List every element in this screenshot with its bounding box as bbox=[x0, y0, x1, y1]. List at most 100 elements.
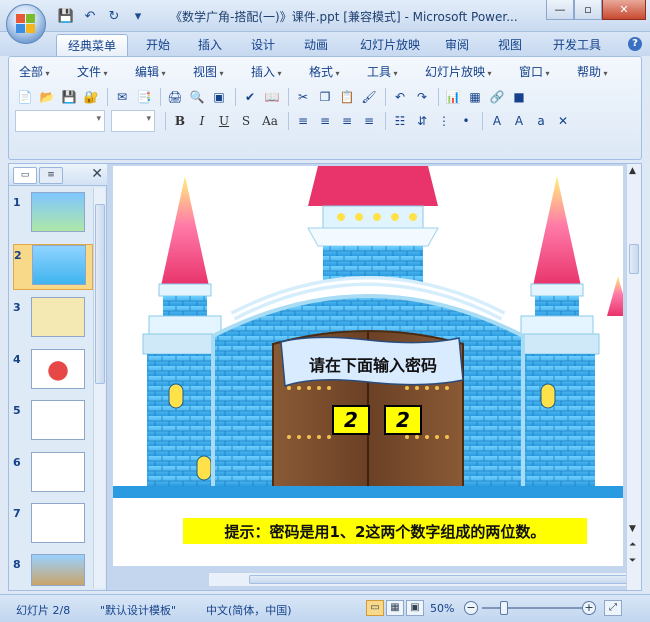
clear-format-icon[interactable]: ✕ bbox=[553, 111, 573, 131]
horizontal-scrollbar[interactable] bbox=[209, 572, 626, 586]
zoom-in-icon[interactable]: + bbox=[582, 601, 596, 615]
zoom-level[interactable]: 50% bbox=[430, 602, 454, 615]
maximize-button[interactable]: ▫ bbox=[574, 0, 602, 20]
menu-file[interactable]: 文件 bbox=[77, 63, 108, 80]
cut-icon[interactable]: ✂ bbox=[293, 87, 313, 107]
slide-thumbnail[interactable]: 5 bbox=[13, 400, 93, 446]
horizontal-scroll-thumb[interactable] bbox=[249, 575, 626, 584]
panel-scroll-thumb[interactable] bbox=[95, 204, 105, 384]
slide-thumbnail-selected[interactable]: 2 bbox=[13, 244, 93, 290]
format-painter-icon[interactable]: 🖌 bbox=[359, 87, 379, 107]
underline-button[interactable]: U bbox=[214, 111, 234, 131]
design-template-name[interactable]: "默认设计模板" bbox=[100, 602, 176, 618]
change-case-button[interactable]: Aa bbox=[258, 111, 282, 131]
bold-button[interactable]: B bbox=[170, 111, 190, 131]
slide-thumbnail[interactable]: 4 bbox=[13, 349, 93, 395]
slide-sorter-icon[interactable]: ▦ bbox=[386, 600, 404, 616]
close-button[interactable]: ✕ bbox=[602, 0, 646, 20]
scroll-down-icon[interactable]: ▼ bbox=[629, 524, 636, 534]
close-panel-icon[interactable]: ✕ bbox=[91, 166, 103, 182]
redo-icon[interactable]: ↻ bbox=[104, 6, 124, 26]
spelling-icon[interactable]: ✔ bbox=[240, 87, 260, 107]
print-preview-icon[interactable]: 🔍 bbox=[187, 87, 207, 107]
outline-tab[interactable]: ≡ bbox=[39, 167, 63, 184]
next-slide-icon[interactable]: ⏷ bbox=[629, 556, 636, 566]
menu-edit[interactable]: 编辑 bbox=[135, 63, 166, 80]
tab-slideshow[interactable]: 幻灯片放映 bbox=[352, 34, 428, 56]
bullets-icon[interactable]: • bbox=[456, 111, 476, 131]
vertical-scrollbar[interactable]: ▲ ▼ ⏶ ⏷ bbox=[626, 164, 641, 590]
copy-icon[interactable]: ❐ bbox=[315, 87, 335, 107]
align-center-icon[interactable]: ≡ bbox=[315, 111, 335, 131]
print-icon[interactable]: 🖨 bbox=[165, 87, 185, 107]
color-grayscale-icon[interactable]: ■ bbox=[509, 87, 529, 107]
language-indicator[interactable]: 中文(简体，中国) bbox=[206, 602, 292, 618]
password-digit-2[interactable]: 2 bbox=[384, 405, 422, 435]
zoom-slider[interactable] bbox=[482, 607, 582, 609]
font-size-combo[interactable] bbox=[111, 110, 155, 132]
columns-icon[interactable]: ☷ bbox=[390, 111, 410, 131]
tab-home[interactable]: 开始 bbox=[138, 34, 178, 56]
menu-insert[interactable]: 插入 bbox=[251, 63, 282, 80]
open-icon[interactable]: 📂 bbox=[37, 87, 57, 107]
slide-canvas[interactable]: 请在下面输入密码 2 2 提示：密码是用1、2这两个数字组成的两位数。 bbox=[113, 166, 623, 566]
tab-insert[interactable]: 插入 bbox=[190, 34, 230, 56]
menu-format[interactable]: 格式 bbox=[309, 63, 340, 80]
table-icon[interactable]: ▦ bbox=[465, 87, 485, 107]
justify-icon[interactable]: ≡ bbox=[359, 111, 379, 131]
decrease-font-icon[interactable]: a bbox=[531, 111, 551, 131]
menu-view[interactable]: 视图 bbox=[193, 63, 224, 80]
tab-animation[interactable]: 动画 bbox=[296, 34, 336, 56]
password-digit-1[interactable]: 2 bbox=[332, 405, 370, 435]
align-right-icon[interactable]: ≡ bbox=[337, 111, 357, 131]
scroll-up-icon[interactable]: ▲ bbox=[629, 166, 636, 176]
normal-view-icon[interactable]: ▭ bbox=[366, 600, 384, 616]
email-icon[interactable]: ✉ bbox=[112, 87, 132, 107]
slide-thumbnail[interactable]: 6 bbox=[13, 452, 93, 498]
redo-icon[interactable]: ↷ bbox=[412, 87, 432, 107]
menu-slideshow[interactable]: 幻灯片放映 bbox=[425, 63, 492, 80]
tab-review[interactable]: 审阅 bbox=[437, 34, 477, 56]
tab-design[interactable]: 设计 bbox=[243, 34, 283, 56]
zoom-slider-knob[interactable] bbox=[500, 601, 508, 615]
hyperlink-icon[interactable]: 🔗 bbox=[487, 87, 507, 107]
pdf-icon[interactable]: 📑 bbox=[134, 87, 154, 107]
save-icon[interactable]: 💾 bbox=[56, 6, 76, 26]
shadow-button[interactable]: S bbox=[236, 111, 256, 131]
save-icon[interactable]: 💾 bbox=[59, 87, 79, 107]
slide-thumbnail[interactable]: 8 bbox=[13, 554, 93, 588]
align-left-icon[interactable]: ≡ bbox=[293, 111, 313, 131]
help-icon[interactable]: ? bbox=[628, 37, 642, 51]
slide-thumbnail[interactable]: 7 bbox=[13, 503, 93, 549]
line-spacing-icon[interactable]: ⇵ bbox=[412, 111, 432, 131]
slideshow-icon[interactable]: ▣ bbox=[406, 600, 424, 616]
menu-all[interactable]: 全部 bbox=[19, 63, 50, 80]
increase-font-icon[interactable]: A bbox=[509, 111, 529, 131]
italic-button[interactable]: I bbox=[192, 111, 212, 131]
slides-tab[interactable]: ▭ bbox=[13, 167, 37, 184]
tab-view[interactable]: 视图 bbox=[490, 34, 530, 56]
numbering-icon[interactable]: ⋮ bbox=[434, 111, 454, 131]
fit-to-window-icon[interactable]: ⤢ bbox=[604, 600, 622, 616]
vertical-scroll-thumb[interactable] bbox=[629, 244, 639, 274]
menu-window[interactable]: 窗口 bbox=[519, 63, 550, 80]
slide-view-icon[interactable]: ▣ bbox=[209, 87, 229, 107]
font-name-combo[interactable] bbox=[15, 110, 105, 132]
permission-icon[interactable]: 🔐 bbox=[81, 87, 101, 107]
chart-icon[interactable]: 📊 bbox=[443, 87, 463, 107]
panel-scrollbar[interactable] bbox=[93, 188, 105, 588]
research-icon[interactable]: 📖 bbox=[262, 87, 282, 107]
office-button[interactable] bbox=[6, 4, 46, 44]
menu-tools[interactable]: 工具 bbox=[367, 63, 398, 80]
tab-classic-menu[interactable]: 经典菜单 bbox=[56, 34, 128, 56]
customize-qat-icon[interactable]: ▾ bbox=[128, 6, 148, 26]
menu-help[interactable]: 帮助 bbox=[577, 63, 608, 80]
undo-icon[interactable]: ↶ bbox=[80, 6, 100, 26]
zoom-out-icon[interactable]: − bbox=[464, 601, 478, 615]
undo-icon[interactable]: ↶ bbox=[390, 87, 410, 107]
paste-icon[interactable]: 📋 bbox=[337, 87, 357, 107]
slide-thumbnail[interactable]: 1 bbox=[13, 192, 93, 238]
font-color-icon[interactable]: A bbox=[487, 111, 507, 131]
slide-thumbnail[interactable]: 3 bbox=[13, 297, 93, 343]
tab-developer[interactable]: 开发工具 bbox=[546, 34, 608, 56]
